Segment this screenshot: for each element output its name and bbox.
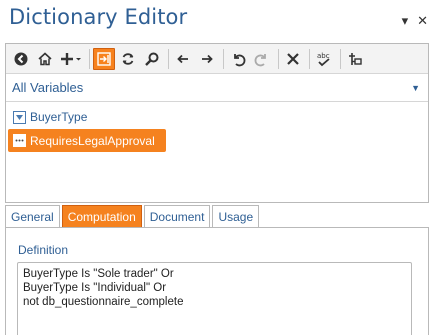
toolbar-separator <box>278 48 279 69</box>
svg-text:abc: abc <box>317 52 330 60</box>
spell-check-button[interactable]: abc <box>313 48 335 70</box>
move-button[interactable] <box>344 48 366 70</box>
back-icon <box>14 52 28 65</box>
list-item-label: RequiresLegalApproval <box>30 133 155 148</box>
window-title: Dictionary Editor <box>9 5 188 29</box>
redo-button[interactable] <box>251 48 273 70</box>
tab-general[interactable]: General <box>5 205 60 227</box>
definition-editor[interactable]: BuyerType Is "Sole trader" Or BuyerType … <box>17 262 412 335</box>
chevron-down-icon: ▼ <box>411 82 420 93</box>
undo-icon <box>234 53 246 66</box>
home-icon <box>38 51 52 65</box>
pin-dropdown-icon[interactable]: ▾ <box>402 14 409 27</box>
variable-filter-dropdown[interactable]: All Variables ▼ <box>6 74 428 102</box>
variable-filter-value: All Variables <box>12 80 84 95</box>
go-to-selection-button[interactable] <box>93 47 115 70</box>
arrow-left-button[interactable] <box>172 48 194 70</box>
tab-computation[interactable]: Computation <box>61 205 142 227</box>
toolbar-separator <box>168 48 169 69</box>
definition-label: Definition <box>18 243 69 257</box>
toolbar-separator <box>89 48 90 69</box>
search-button[interactable] <box>141 48 163 70</box>
refresh-button[interactable] <box>117 48 139 70</box>
toolbar-separator <box>309 48 310 69</box>
undo-button[interactable] <box>227 48 249 70</box>
toolbar: abc <box>6 44 428 74</box>
computed-variable-icon <box>12 134 26 148</box>
editor-tabs: General Computation Document Usage <box>5 205 261 227</box>
arrow-right-button[interactable] <box>196 48 218 70</box>
variables-panel: abc All Variables ▼ BuyerType RequiresLe… <box>5 43 429 203</box>
spell-check-icon: abc <box>317 52 330 66</box>
add-button[interactable] <box>58 48 84 70</box>
list-item[interactable]: RequiresLegalApproval <box>8 129 166 152</box>
arrow-right-icon <box>202 54 213 63</box>
variable-list: BuyerType RequiresLegalApproval <box>6 102 428 159</box>
add-icon <box>61 52 81 65</box>
delete-button[interactable] <box>282 48 304 70</box>
list-item[interactable]: BuyerType <box>8 107 426 127</box>
list-item-label: BuyerType <box>30 110 88 124</box>
tab-usage[interactable]: Usage <box>212 205 260 227</box>
computation-panel: Definition BuyerType Is "Sole trader" Or… <box>5 227 429 335</box>
go-to-selection-icon <box>97 51 111 66</box>
move-icon <box>349 52 362 65</box>
toolbar-separator <box>340 48 341 69</box>
search-icon <box>145 52 159 66</box>
delete-icon <box>287 52 299 65</box>
home-button[interactable] <box>34 48 56 70</box>
toolbar-separator <box>223 48 224 69</box>
arrow-left-icon <box>177 54 188 63</box>
list-variable-icon <box>12 110 26 124</box>
title-bar: Dictionary Editor ▾ ✕ <box>0 0 434 42</box>
refresh-icon <box>122 52 134 65</box>
tab-document[interactable]: Document <box>143 205 211 227</box>
redo-icon <box>254 53 266 66</box>
close-icon[interactable]: ✕ <box>417 14 428 27</box>
back-button[interactable] <box>10 48 32 70</box>
title-buttons: ▾ ✕ <box>402 14 428 27</box>
